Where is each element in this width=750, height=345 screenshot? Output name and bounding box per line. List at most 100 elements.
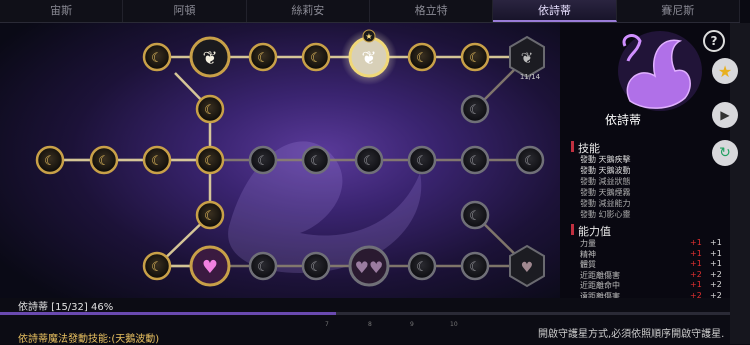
svg-text:☾: ☾ (257, 260, 269, 275)
svg-text:♥♥: ♥♥ (355, 258, 384, 277)
stat-value: +2 (710, 269, 722, 279)
svg-text:☾: ☾ (310, 51, 322, 66)
node-top-7[interactable]: ☾ (460, 42, 490, 72)
constellation-graph: ☾ ❦ ☾ ☾ ❦★ ☾ ☾ ❦ 11/14 ☾ ☾ ☾ ☾ ☾ ☾ ☾ ☾ ☾… (35, 29, 545, 288)
stat-label: 力量 (580, 239, 596, 248)
help-button[interactable]: ? (703, 30, 725, 52)
refresh-icon: ↻ (719, 145, 731, 161)
node-mid-3[interactable]: ☾ (142, 145, 172, 175)
node-r2-2[interactable]: ☾ (460, 94, 490, 124)
stat-value: +1 (710, 238, 722, 247)
node-bot-7[interactable]: ☾ (460, 251, 490, 281)
svg-text:☾: ☾ (44, 154, 56, 169)
tab-zeus[interactable]: 宙斯 (0, 0, 124, 22)
constellation-name: 依詩蒂 (605, 113, 642, 127)
node-mid-7[interactable]: ☾ (354, 145, 384, 175)
svg-text:☾: ☾ (469, 260, 481, 275)
node-bot-1[interactable]: ☾ (142, 251, 172, 281)
tick-label: 9 (410, 321, 414, 328)
stat-row: 體質 +1 +1 (580, 259, 722, 270)
node-mid-9[interactable]: ☾ (460, 145, 490, 175)
tab-aton[interactable]: 阿頓 (123, 0, 247, 22)
skill-item: 發動 天鵝疾擊 (580, 155, 631, 164)
tick-label: 10 (450, 321, 458, 328)
tab-yishidi[interactable]: 依詩蒂 (493, 0, 617, 22)
node-bot-3[interactable]: ☾ (248, 251, 278, 281)
node-top-3[interactable]: ☾ (248, 42, 278, 72)
tick-label: 8 (368, 321, 372, 328)
svg-text:☾: ☾ (524, 154, 536, 169)
skill-item: 發動 天鵝煙霧 (580, 188, 631, 197)
svg-text:☾: ☾ (416, 51, 428, 66)
stat-value: +1 (710, 248, 722, 258)
svg-text:☾: ☾ (257, 51, 269, 66)
tab-saini[interactable]: 賽尼斯 (617, 0, 740, 22)
badge-count: 11/14 (520, 73, 541, 81)
info-line-1: 開啟守護星方式,必須依照順序開啟守護星. (538, 329, 725, 340)
constellation-board: ☾ ❦ ☾ ☾ ❦ ★ ☾ ☾ ❦ 11/14 ☾ ☾ ☾ ☾ ☾ ☾ ☾ ☾ ☾… (0, 23, 560, 318)
node-r4-1[interactable]: ☾ (195, 200, 225, 230)
stat-bonus: +1 (690, 259, 702, 268)
bottom-bar: 依詩蒂 [15/32] 46% 7 8 9 10 依詩蒂魔法發動技能:(天鵝波動… (0, 298, 730, 345)
skill-hint: 依詩蒂魔法發動技能:(天鵝波動) (18, 334, 160, 345)
play-icon: ▶ (720, 108, 730, 122)
node-r2-1[interactable]: ☾ (195, 94, 225, 124)
tick-label: 7 (325, 321, 329, 328)
favorite-button[interactable]: ★ (712, 58, 738, 84)
skill-item: 發動 減益能力 (580, 199, 631, 208)
progress-label: 依詩蒂 [15/32] 46% (18, 302, 114, 313)
node-top-1[interactable]: ☾ (142, 42, 172, 72)
help-icon: ? (710, 34, 718, 48)
refresh-button[interactable]: ↻ (712, 140, 738, 166)
node-heart-badge[interactable]: ♥ (509, 244, 545, 288)
node-heart-skill[interactable]: ♥ (189, 245, 231, 287)
svg-text:☾: ☾ (204, 103, 216, 118)
node-mid-8[interactable]: ☾ (407, 145, 437, 175)
stat-row: 精神 +1 +1 (580, 248, 722, 260)
node-bot-4[interactable]: ☾ (301, 251, 331, 281)
stat-row: 力量 +1 +1 (580, 238, 722, 249)
node-mid-10[interactable]: ☾ (515, 145, 545, 175)
stat-bonus: +1 (690, 248, 702, 258)
svg-text:☾: ☾ (416, 260, 428, 275)
stat-bonus: +1 (690, 280, 702, 289)
node-mid-4[interactable]: ☾ (195, 145, 225, 175)
play-button[interactable]: ▶ (712, 102, 738, 128)
node-hearts-skill[interactable]: ♥♥ (348, 245, 390, 287)
node-mid-1[interactable]: ☾ (35, 145, 65, 175)
svg-text:☾: ☾ (469, 103, 481, 118)
svg-text:★: ★ (365, 32, 372, 41)
svg-text:☾: ☾ (416, 154, 428, 169)
stat-label: 近距離傷害 (580, 270, 620, 280)
stat-label: 近距離命中 (580, 281, 620, 290)
stat-row: 近距離命中 +1 +2 (580, 280, 722, 291)
svg-text:☾: ☾ (204, 154, 216, 169)
svg-text:☾: ☾ (469, 154, 481, 169)
skill-item: 發動 減益狀態 (580, 177, 631, 186)
node-top-4[interactable]: ☾ (301, 42, 331, 72)
svg-text:☾: ☾ (151, 154, 163, 169)
svg-text:♥: ♥ (521, 260, 534, 276)
stats-title: 能力值 (571, 224, 611, 238)
node-swan-badge[interactable]: ❦ (509, 35, 545, 79)
node-mid-6[interactable]: ☾ (301, 145, 331, 175)
svg-text:❦: ❦ (361, 48, 376, 69)
node-r4-2[interactable]: ☾ (460, 200, 490, 230)
node-feather-skill[interactable]: ❦ (189, 36, 231, 78)
node-top-6[interactable]: ☾ (407, 42, 437, 72)
svg-text:☾: ☾ (363, 154, 375, 169)
svg-text:☾: ☾ (151, 51, 163, 66)
tab-silian[interactable]: 絲莉安 (247, 0, 370, 22)
svg-text:☾: ☾ (310, 154, 322, 169)
tab-gelite[interactable]: 格立特 (370, 0, 494, 22)
node-mid-5[interactable]: ☾ (248, 145, 278, 175)
stat-value: +1 (710, 259, 722, 268)
stat-label: 體質 (580, 260, 596, 269)
svg-text:☾: ☾ (469, 209, 481, 224)
node-mid-2[interactable]: ☾ (89, 145, 119, 175)
svg-text:☾: ☾ (98, 154, 110, 169)
node-swan-active[interactable]: ❦★ (341, 29, 397, 85)
node-bot-6[interactable]: ☾ (407, 251, 437, 281)
stat-label: 精神 (580, 249, 596, 259)
svg-text:♥: ♥ (202, 257, 218, 278)
